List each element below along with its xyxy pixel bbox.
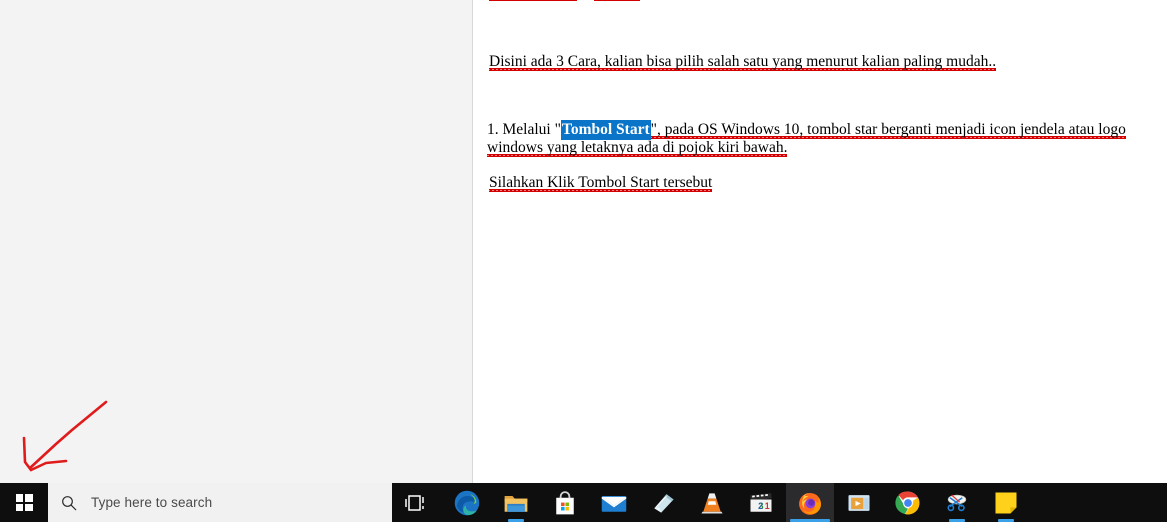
onenote-page-icon: [654, 493, 674, 513]
taskbar-item-movies-tv[interactable]: [835, 483, 883, 522]
taskbar-item-onenote[interactable]: [639, 483, 687, 522]
scissors-icon: [947, 494, 967, 511]
taskbar-item-microsoft-edge[interactable]: [443, 483, 491, 522]
taskbar-item-media-player-classic[interactable]: 3 1 2: [737, 483, 785, 522]
taskbar-item-google-chrome[interactable]: [884, 483, 932, 522]
taskbar-item-snipping-tool[interactable]: [933, 483, 981, 522]
paragraph-intro: Disini ada 3 Cara, kalian bisa pilih sal…: [489, 53, 1149, 71]
taskbar-item-sticky-notes[interactable]: [982, 483, 1030, 522]
sticky-note-icon: [995, 492, 1017, 513]
media-play-window-icon: [848, 494, 870, 511]
taskbar-item-vlc[interactable]: [688, 483, 736, 522]
edge-icon: [454, 490, 480, 515]
taskbar-item-file-explorer[interactable]: [492, 483, 540, 522]
mpc-clapper-321-icon: 3 1 2: [750, 492, 772, 512]
vlc-cone-icon: [701, 492, 723, 513]
folder-icon: [504, 495, 528, 512]
paragraph-last: Silahkan Klik Tombol Start tersebut: [489, 174, 1149, 192]
paragraph-step-1-prefix: 1. Melalui ": [487, 121, 561, 138]
selected-text-tombol-start[interactable]: Tombol Start: [560, 120, 651, 140]
taskbar-item-firefox[interactable]: [786, 483, 834, 522]
search-icon: [62, 495, 77, 510]
taskbar-item-mail[interactable]: [590, 483, 638, 522]
taskbar-item-microsoft-store[interactable]: [541, 483, 589, 522]
windows-taskbar[interactable]: Type here to search 3 1 2: [0, 483, 1167, 522]
paragraph-step-1: 1. Melalui "Tombol Start", pada OS Windo…: [487, 120, 1167, 157]
start-button[interactable]: [0, 483, 48, 522]
windows-logo-icon: [15, 494, 33, 511]
paragraph-intro-text: Disini ada 3 Cara, kalian bisa pilih sal…: [489, 53, 997, 70]
taskbar-item-task-view[interactable]: [392, 483, 440, 522]
mail-envelope-icon: [601, 495, 627, 512]
store-bag-icon: [556, 490, 574, 514]
svg-text:2: 2: [758, 501, 763, 511]
search-input[interactable]: Type here to search: [48, 483, 392, 522]
svg-text:1: 1: [765, 501, 770, 511]
document-page[interactable]: Disini ada 3 Cara, kalian bisa pilih sal…: [473, 0, 1167, 483]
paragraph-last-text: Silahkan Klik Tombol Start tersebut: [489, 174, 713, 191]
left-blank-panel: [0, 0, 472, 483]
chrome-icon: [895, 491, 920, 514]
task-view-icon: [405, 494, 424, 511]
firefox-icon: [799, 492, 821, 515]
search-placeholder: Type here to search: [91, 495, 213, 510]
cut-off-text-line: [489, 0, 669, 1]
